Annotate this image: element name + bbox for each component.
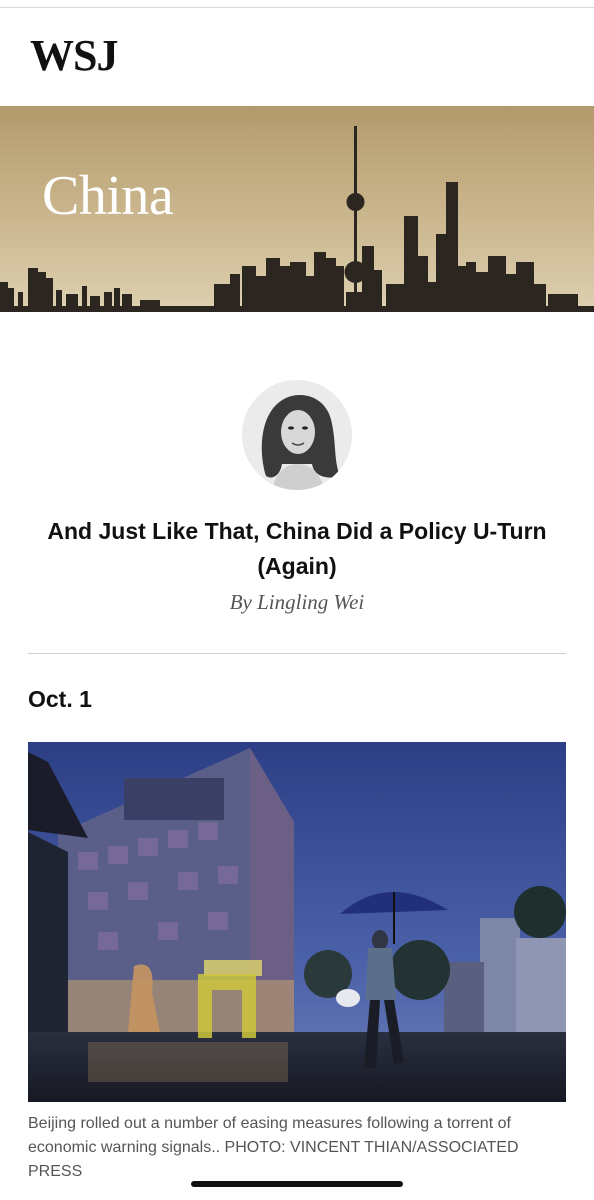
home-indicator[interactable] [191, 1181, 403, 1187]
author-avatar[interactable] [242, 380, 352, 490]
rainy-street-photo [28, 742, 566, 1102]
section-title: China [42, 165, 174, 227]
article-headline[interactable]: And Just Like That, China Did a Policy U… [30, 514, 564, 584]
top-divider [0, 7, 594, 8]
entry-date: Oct. 1 [28, 686, 92, 712]
article-byline: By Lingling Wei [229, 590, 365, 614]
photo-caption: Beijing rolled out a number of easing me… [28, 1115, 519, 1180]
article-photo[interactable] [28, 742, 566, 1102]
author-portrait-icon [242, 380, 352, 490]
wsj-logo[interactable]: WSJ [30, 34, 118, 78]
section-divider [28, 653, 566, 654]
section-banner: China [0, 106, 594, 312]
